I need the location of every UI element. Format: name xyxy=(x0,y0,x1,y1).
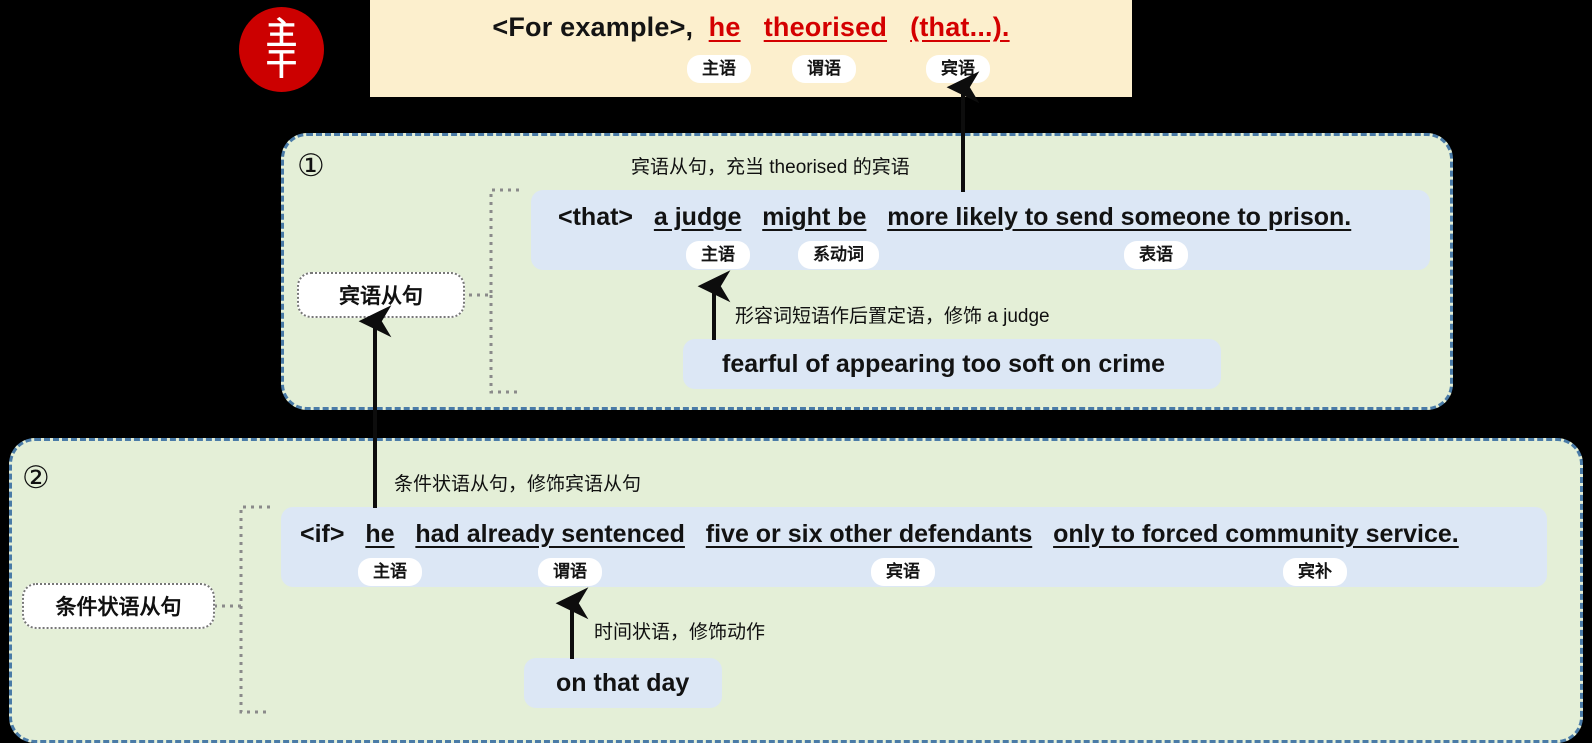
badge-char-top: 主 xyxy=(266,16,297,52)
cc-object: five or six other defendants xyxy=(705,520,1033,548)
sentence-line-object-clause: <that> a judge might be more likely to s… xyxy=(558,203,1351,232)
clause-panel-conditional-clause xyxy=(9,438,1583,743)
badge-char-bottom: 干 xyxy=(266,46,297,82)
cc-predicate: had already sentenced xyxy=(415,520,685,548)
sentence-line-conditional-clause: <if> he had already sentenced five or si… xyxy=(300,520,1459,549)
pill-cc-subject: 主语 xyxy=(358,558,422,587)
main-clause-subject: he xyxy=(708,12,741,42)
pill-subject: 主语 xyxy=(687,55,751,84)
main-clause-text: <For example>, he theorised (that...). xyxy=(370,12,1132,43)
pill-cc-object: 宾语 xyxy=(871,558,935,587)
pill-oc-subject: 主语 xyxy=(686,241,750,270)
pill-oc-predicative: 表语 xyxy=(1124,241,1188,270)
cc-subject: he xyxy=(365,520,395,548)
diagram-canvas: 主 干 <For example>, he theorised (that...… xyxy=(0,0,1592,743)
oc-subject: a judge xyxy=(653,203,742,231)
chip-conditional-clause: 条件状语从句 xyxy=(22,583,215,629)
note-time-adverbial: 时间状语，修饰动作 xyxy=(594,622,766,643)
note-postmodifier-adj-phrase: 形容词短语作后置定语，修饰 a judge xyxy=(735,306,1050,327)
main-clause-object: (that...). xyxy=(910,12,1010,42)
cc-object-complement: only to forced community service. xyxy=(1053,520,1459,548)
note-conditional-clause-role: 条件状语从句，修饰宾语从句 xyxy=(394,474,642,495)
chip-object-clause: 宾语从句 xyxy=(297,272,465,318)
modifier-text-fearful: fearful of appearing too soft on crime xyxy=(722,350,1166,378)
note-object-clause-role: 宾语从句，充当 theorised 的宾语 xyxy=(631,157,910,178)
main-clause-predicate: theorised xyxy=(763,12,888,42)
pill-object: 宾语 xyxy=(926,55,990,84)
pill-predicate: 谓语 xyxy=(792,55,856,84)
main-clause-line: <For example>, he theorised (that...). xyxy=(492,12,1009,42)
pill-oc-linking-verb: 系动词 xyxy=(798,241,879,270)
pill-cc-object-complement: 宾补 xyxy=(1283,558,1347,587)
main-clause-bar: <For example>, he theorised (that...). 主… xyxy=(370,0,1132,97)
main-clause-adverbial: <For example>, xyxy=(492,12,694,42)
pill-cc-predicate: 谓语 xyxy=(538,558,602,587)
modifier-text-on-that-day: on that day xyxy=(556,669,690,697)
oc-predicative: more likely to send someone to prison. xyxy=(887,203,1352,231)
panel-number-2: ② xyxy=(22,460,50,496)
main-clause-badge: 主 干 xyxy=(239,7,324,92)
connector-that: <that> xyxy=(558,203,634,231)
oc-linking-verb: might be xyxy=(762,203,867,231)
connector-if: <if> xyxy=(300,520,345,548)
panel-number-1: ① xyxy=(297,148,325,184)
